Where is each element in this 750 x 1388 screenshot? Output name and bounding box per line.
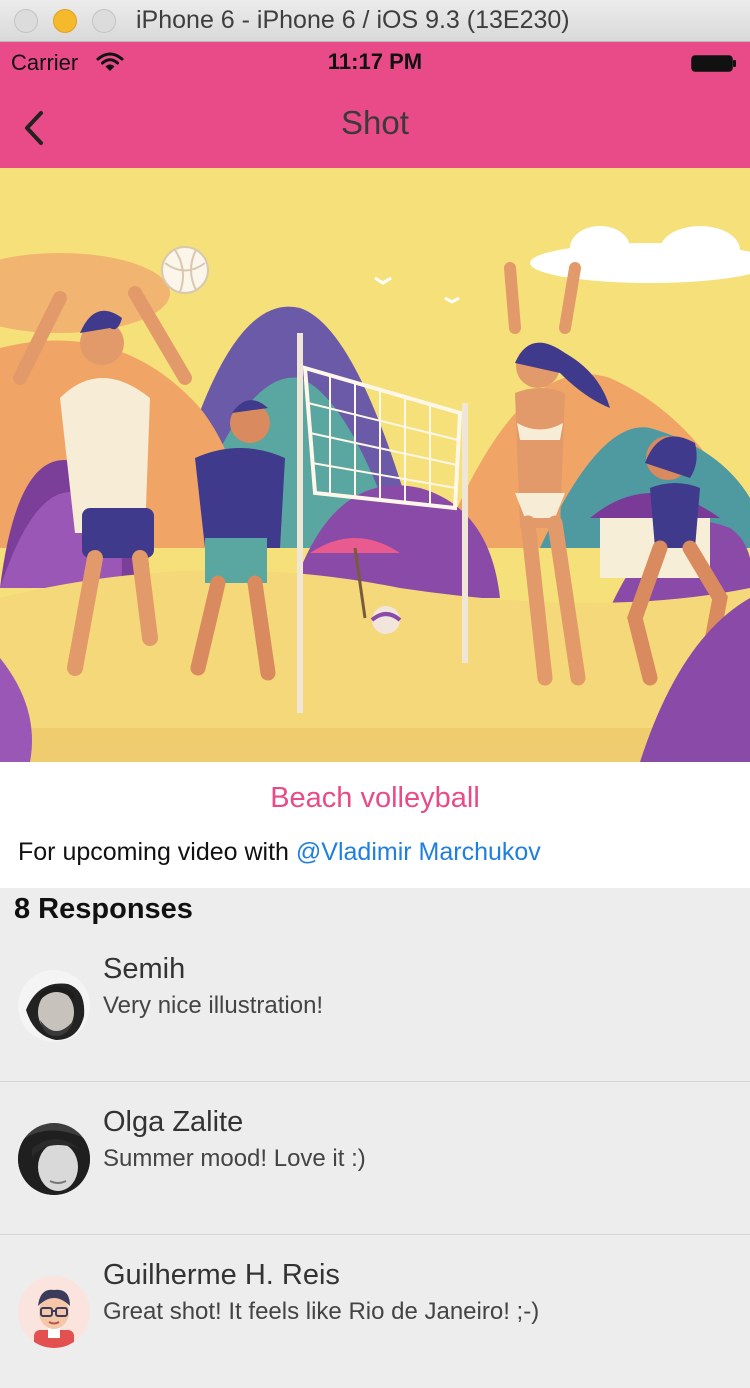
shot-title: Beach volleyball [270,782,480,814]
battery-icon [691,55,736,72]
avatar-photo [18,1123,90,1195]
shot-image[interactable] [0,168,750,762]
response-text: Very nice illustration! [103,992,324,1019]
response-author: Olga Zalite [103,1106,244,1138]
shot-description: For upcoming video with @Vladimir Marchu… [18,838,541,867]
response-text: Great shot! It feels like Rio de Janeiro… [103,1298,540,1325]
window-minimize-button[interactable] [53,9,77,33]
response-item[interactable]: Semih Very nice illustration! [0,929,750,1082]
response-author: Semih [103,953,186,985]
avatar-photo [18,970,90,1042]
response-item[interactable]: Guilherme H. Reis Great shot! It feels l… [0,1235,750,1388]
avatar[interactable] [18,970,90,1042]
beach-volleyball-illustration [0,168,750,762]
response-text: Summer mood! Love it :) [103,1145,366,1172]
avatar[interactable] [18,1123,90,1195]
avatar[interactable] [18,1276,90,1348]
status-time: 11:17 PM [327,49,423,74]
avatar-illustration [18,1276,90,1348]
simulator-titlebar: iPhone 6 - iPhone 6 / iOS 9.3 (13E230) [0,0,750,42]
response-author: Guilherme H. Reis [103,1259,340,1291]
mention-link[interactable]: @Vladimir Marchukov [296,838,541,866]
responses-header: 8 Responses [14,893,193,925]
window-title: iPhone 6 - iPhone 6 / iOS 9.3 (13E230) [136,6,570,34]
window-zoom-button[interactable] [92,9,116,33]
response-item[interactable]: Olga Zalite Summer mood! Love it :) [0,1082,750,1235]
shot-description-text: For upcoming video with [18,838,296,866]
page-title: Shot [341,104,409,141]
navigation-bar: Carrier 11:17 PM Shot [0,42,750,168]
window-close-button[interactable] [14,9,38,33]
shot-description-card: Beach volleyball For upcoming video with… [0,762,750,888]
